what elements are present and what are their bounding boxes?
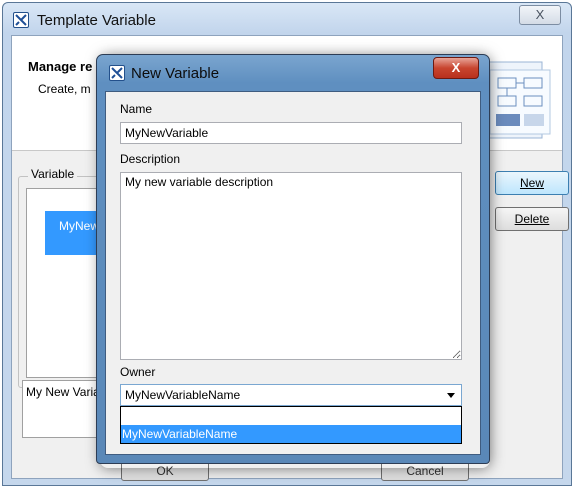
owner-select[interactable]: MyNewVariableName bbox=[120, 384, 462, 406]
description-textarea[interactable]: My new variable description bbox=[120, 172, 462, 360]
outer-header-title: Manage re bbox=[28, 59, 93, 74]
outer-window-title: Template Variable bbox=[37, 12, 156, 29]
name-label: Name bbox=[120, 102, 153, 116]
new-variable-dialog: New Variable X Name Description My new v… bbox=[96, 54, 490, 464]
owner-select-value: MyNewVariableName bbox=[125, 388, 241, 402]
description-label: Description bbox=[120, 152, 181, 166]
outer-close-button[interactable]: X bbox=[519, 5, 561, 25]
modal-titlebar[interactable]: New Variable X bbox=[97, 55, 489, 91]
delete-button[interactable]: Delete bbox=[495, 207, 569, 231]
delete-button-label: Delete bbox=[514, 212, 550, 226]
modal-client-area: Name Description My new variable descrip… bbox=[105, 91, 481, 455]
outer-titlebar[interactable]: Template Variable X bbox=[3, 3, 571, 35]
modal-close-button[interactable]: X bbox=[433, 57, 479, 79]
owner-dropdown-list[interactable]: MyNewVariableName bbox=[120, 406, 462, 444]
variable-group-label: Variable bbox=[28, 167, 78, 181]
outer-header-subtitle: Create, m bbox=[38, 82, 91, 96]
owner-label: Owner bbox=[120, 365, 156, 379]
app-icon bbox=[13, 12, 29, 28]
new-button-label: New bbox=[519, 176, 544, 190]
app-icon bbox=[109, 65, 125, 81]
owner-option-empty[interactable] bbox=[121, 407, 461, 425]
dropdown-arrow-icon[interactable] bbox=[447, 393, 455, 398]
owner-option-selected[interactable]: MyNewVariableName bbox=[121, 425, 461, 443]
name-input[interactable] bbox=[120, 122, 462, 144]
modal-title: New Variable bbox=[131, 65, 220, 82]
new-button[interactable]: New bbox=[495, 171, 569, 195]
